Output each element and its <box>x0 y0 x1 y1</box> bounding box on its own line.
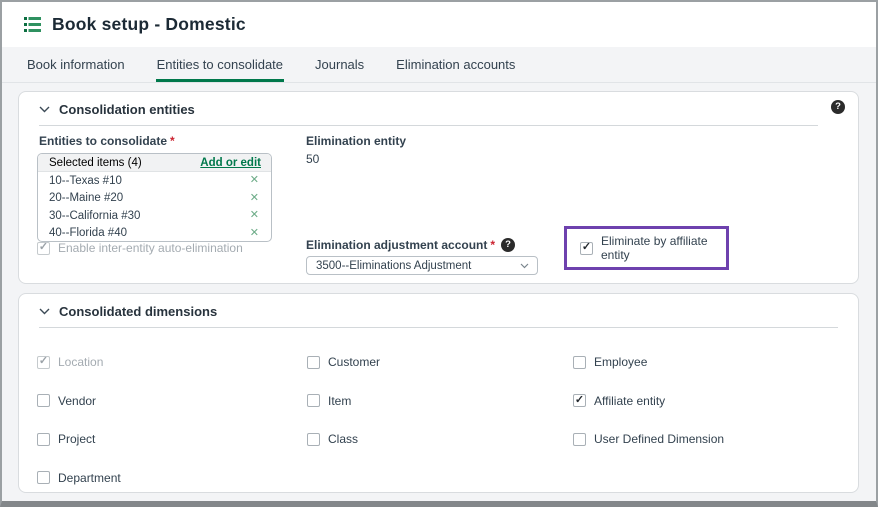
dimension-row-location: ✓ Location <box>37 355 307 369</box>
remove-x-icon[interactable]: ✕ <box>250 175 259 186</box>
dimension-label: Location <box>58 355 103 369</box>
elimination-entity-label: Elimination entity <box>306 134 406 148</box>
dimension-checkbox-item[interactable]: ✓ <box>307 394 320 407</box>
selected-items-count: Selected items (4) <box>49 157 142 169</box>
section-header-consolidated-dimensions[interactable]: Consolidated dimensions <box>39 304 217 319</box>
section-divider <box>39 125 818 126</box>
tab-book-information[interactable]: Book information <box>26 47 126 82</box>
dimension-row-department: ✓ Department <box>37 471 307 485</box>
section-header-consolidation-entities[interactable]: Consolidation entities <box>39 102 195 117</box>
section-divider <box>39 327 838 328</box>
dimension-label: Project <box>58 432 95 446</box>
help-icon[interactable]: ? <box>831 100 845 114</box>
chevron-down-icon <box>39 106 50 113</box>
dimension-row-item: ✓ Item <box>307 394 573 408</box>
adjustment-account-value: 3500--Eliminations Adjustment <box>316 260 471 272</box>
entity-item-label: 20--Maine #20 <box>49 192 123 204</box>
list-icon <box>24 17 41 32</box>
required-asterisk: * <box>490 238 495 252</box>
dimension-row-customer: ✓ Customer <box>307 355 573 369</box>
section-title: Consolidation entities <box>59 102 195 117</box>
entity-list-item: 10--Texas #10 ✕ <box>38 172 271 190</box>
dimension-checkbox-department[interactable]: ✓ <box>37 471 50 484</box>
auto-elimination-checkbox-row: ✓ Enable inter-entity auto-elimination <box>37 241 243 255</box>
chevron-down-icon <box>39 308 50 315</box>
dimension-label: Employee <box>594 355 647 369</box>
tab-entities-to-consolidate[interactable]: Entities to consolidate <box>156 47 284 82</box>
required-asterisk: * <box>170 134 175 148</box>
dimension-label: Item <box>328 394 351 408</box>
entity-list-item: 20--Maine #20 ✕ <box>38 190 271 208</box>
entity-item-label: 40--Florida #40 <box>49 227 127 239</box>
entity-item-label: 30--California #30 <box>49 210 140 222</box>
dimension-row-project: ✓ Project <box>37 432 307 446</box>
auto-elimination-label: Enable inter-entity auto-elimination <box>58 241 243 255</box>
dimension-row-affiliate-entity: ✓ Affiliate entity <box>573 394 838 408</box>
dimension-checkbox-customer[interactable]: ✓ <box>307 356 320 369</box>
tab-journals[interactable]: Journals <box>314 47 365 82</box>
remove-x-icon[interactable]: ✕ <box>250 210 259 221</box>
book-setup-window: Book setup - Domestic Book information En… <box>0 0 878 507</box>
dimension-checkbox-affiliate-entity[interactable]: ✓ <box>573 394 586 407</box>
eliminate-by-affiliate-label: Eliminate by affiliate entity <box>601 234 726 262</box>
dimensions-checkbox-grid: ✓Location✓Customer✓Employee✓Vendor✓Item✓… <box>37 355 838 507</box>
dimension-label: User Defined Dimension <box>594 432 724 446</box>
tab-elimination-accounts[interactable]: Elimination accounts <box>395 47 516 82</box>
dimension-row-user-defined-dimension: ✓ User Defined Dimension <box>573 432 838 446</box>
highlight-annotation-box: ✓ Eliminate by affiliate entity <box>564 226 729 270</box>
entity-list-item: 30--California #30 ✕ <box>38 207 271 225</box>
dimension-row-vendor: ✓ Vendor <box>37 394 307 408</box>
dimension-label: Affiliate entity <box>594 394 665 408</box>
remove-x-icon[interactable]: ✕ <box>250 193 259 204</box>
dimension-label: Vendor <box>58 394 96 408</box>
consolidated-dimensions-panel: Consolidated dimensions ✓ Location ✓ Custom… <box>18 293 859 493</box>
dimension-checkbox-employee[interactable]: ✓ <box>573 356 586 369</box>
dimension-checkbox-location[interactable]: ✓ <box>37 356 50 369</box>
dimension-checkbox-class[interactable]: ✓ <box>307 433 320 446</box>
dimension-row-employee: ✓ Employee <box>573 355 838 369</box>
entity-item-label: 10--Texas #10 <box>49 175 122 187</box>
dimension-label: Customer <box>328 355 380 369</box>
dimension-row-class: ✓ Class <box>307 432 573 446</box>
selected-entities-listbox: Selected items (4) Add or edit 10--Texas… <box>37 153 272 242</box>
dimension-checkbox-vendor[interactable]: ✓ <box>37 394 50 407</box>
elimination-entity-value: 50 <box>306 152 319 166</box>
page-header: Book setup - Domestic <box>2 2 876 47</box>
dimension-label: Class <box>328 432 358 446</box>
page-title: Book setup - Domestic <box>52 14 246 35</box>
auto-elimination-checkbox[interactable]: ✓ <box>37 242 50 255</box>
section-title: Consolidated dimensions <box>59 304 217 319</box>
dimension-checkbox-user-defined-dimension[interactable]: ✓ <box>573 433 586 446</box>
adjustment-account-label: Elimination adjustment account* ? <box>306 238 515 252</box>
dimension-label: Department <box>58 471 121 485</box>
entities-to-consolidate-label: Entities to consolidate* <box>39 134 175 148</box>
tab-bar: Book information Entities to consolidate J… <box>2 47 876 83</box>
eliminate-by-affiliate-checkbox[interactable]: ✓ <box>580 242 593 255</box>
add-or-edit-link[interactable]: Add or edit <box>200 157 261 169</box>
entity-list-item: 40--Florida #40 ✕ <box>38 225 271 243</box>
eliminate-by-affiliate-row: ✓ Eliminate by affiliate entity <box>580 234 726 262</box>
listbox-header: Selected items (4) Add or edit <box>38 154 271 172</box>
chevron-down-icon <box>520 263 529 269</box>
consolidation-entities-panel: Consolidation entities ? Entities to con… <box>18 91 859 284</box>
dimension-checkbox-project[interactable]: ✓ <box>37 433 50 446</box>
help-icon[interactable]: ? <box>501 238 515 252</box>
remove-x-icon[interactable]: ✕ <box>250 228 259 239</box>
adjustment-account-select[interactable]: 3500--Eliminations Adjustment <box>306 256 538 275</box>
